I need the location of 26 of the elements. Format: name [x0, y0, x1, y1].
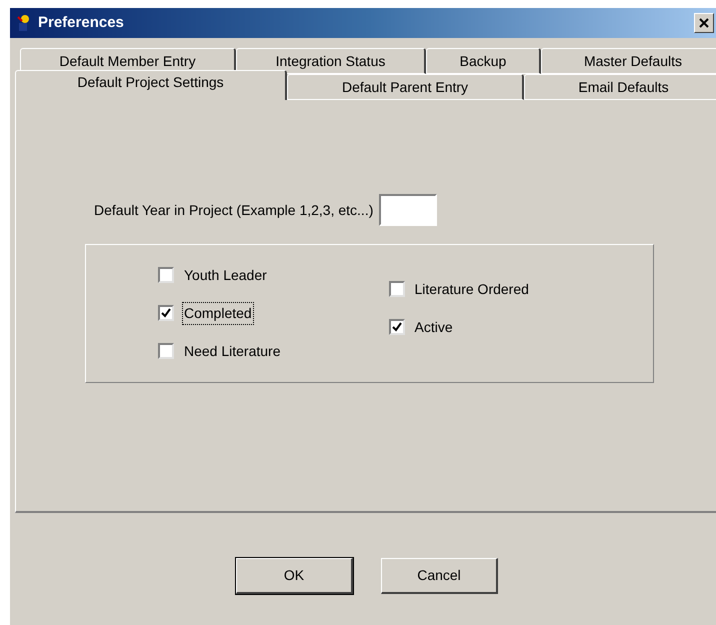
checkbox[interactable]: [158, 267, 174, 283]
checkbox[interactable]: [158, 343, 174, 359]
year-input[interactable]: [379, 194, 438, 226]
tab[interactable]: Email Defaults: [524, 74, 716, 100]
year-label: Default Year in Project (Example 1,2,3, etc...): [94, 200, 374, 220]
checkbox-label: Completed: [182, 302, 254, 324]
checkbox-label: Active: [414, 318, 454, 336]
tab[interactable]: Master Defaults: [541, 48, 716, 74]
tab[interactable]: Integration Status: [236, 48, 426, 74]
checkbox[interactable]: [388, 319, 405, 335]
check-icon: [161, 308, 171, 318]
close-icon: [699, 18, 709, 28]
tab[interactable]: Backup: [426, 48, 541, 74]
window-title: Preferences: [38, 12, 124, 33]
checkbox[interactable]: [158, 305, 174, 321]
tab[interactable]: Default Project Settings: [15, 70, 287, 100]
checkbox[interactable]: [388, 281, 405, 297]
checkbox-label: Literature Ordered: [414, 280, 530, 298]
close-button[interactable]: [694, 13, 714, 33]
dialog-button[interactable]: OK: [236, 558, 353, 594]
app-icon: [16, 14, 32, 32]
checkbox-label: Youth Leader: [183, 266, 268, 284]
tab[interactable]: Default Parent Entry: [287, 74, 524, 100]
dialog-button[interactable]: Cancel: [381, 558, 498, 594]
checkbox-label: Need Literature: [183, 342, 282, 360]
check-icon: [392, 322, 402, 332]
